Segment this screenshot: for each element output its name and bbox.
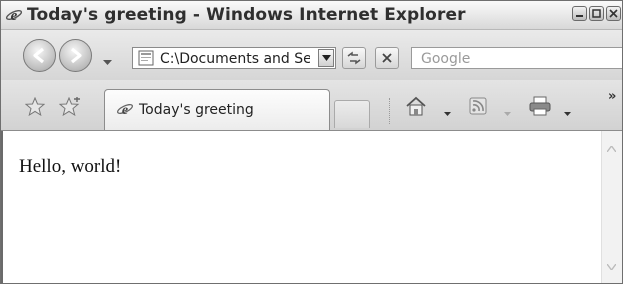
tab-bar: e Today's greeting » bbox=[1, 80, 622, 131]
maximize-button[interactable] bbox=[589, 6, 604, 21]
address-toolbar: C:\Documents and Se Google bbox=[1, 30, 622, 80]
chevron-down-icon bbox=[103, 60, 112, 65]
add-to-favorites-button[interactable] bbox=[58, 96, 81, 121]
address-input[interactable]: C:\Documents and Se bbox=[160, 51, 310, 67]
print-button[interactable] bbox=[528, 96, 552, 121]
home-button[interactable] bbox=[405, 96, 427, 121]
search-box[interactable]: Google bbox=[411, 47, 622, 69]
feeds-button[interactable] bbox=[469, 97, 487, 120]
print-icon bbox=[529, 96, 551, 116]
maximize-icon bbox=[592, 9, 601, 18]
ie-icon: e bbox=[5, 6, 23, 24]
feeds-icon bbox=[469, 97, 487, 115]
refresh-icon bbox=[347, 51, 361, 65]
toolbar-separator bbox=[389, 98, 390, 124]
scroll-down-button[interactable] bbox=[606, 257, 617, 275]
chevron-down-icon bbox=[606, 263, 617, 272]
back-arrow-icon bbox=[33, 47, 45, 64]
svg-text:e: e bbox=[122, 103, 128, 118]
chevron-up-icon bbox=[606, 144, 617, 153]
forward-arrow-icon bbox=[70, 47, 82, 64]
ie-icon: e bbox=[116, 100, 134, 123]
home-dropdown-button[interactable] bbox=[444, 104, 451, 122]
stop-button[interactable] bbox=[375, 47, 399, 69]
add-favorite-icon bbox=[58, 96, 80, 117]
window-title: Today's greeting - Windows Internet Expl… bbox=[27, 5, 466, 25]
close-icon bbox=[609, 9, 618, 18]
chevron-down-icon bbox=[504, 112, 511, 116]
scroll-up-button[interactable] bbox=[606, 139, 617, 157]
refresh-button[interactable] bbox=[342, 47, 366, 69]
back-button[interactable] bbox=[23, 39, 56, 72]
home-icon bbox=[406, 96, 426, 116]
minimize-button[interactable] bbox=[572, 6, 587, 21]
window-controls bbox=[572, 6, 621, 21]
feeds-dropdown-button[interactable] bbox=[504, 104, 511, 122]
title-bar[interactable]: e Today's greeting - Windows Internet Ex… bbox=[1, 1, 622, 30]
chevron-down-icon bbox=[444, 112, 451, 116]
address-dropdown-button[interactable] bbox=[318, 49, 334, 67]
favorites-center-button[interactable] bbox=[24, 96, 46, 121]
minimize-icon bbox=[576, 15, 583, 17]
forward-button[interactable] bbox=[59, 39, 92, 72]
tab-todays-greeting[interactable]: e Today's greeting bbox=[104, 89, 330, 130]
page-text: Hello, world! bbox=[19, 156, 122, 177]
page-content: Hello, world! bbox=[1, 131, 622, 283]
stop-icon bbox=[382, 53, 392, 63]
tab-label: Today's greeting bbox=[139, 102, 254, 118]
svg-text:e: e bbox=[11, 8, 18, 24]
new-tab-button[interactable] bbox=[334, 100, 370, 128]
more-tools-button[interactable]: » bbox=[608, 89, 616, 104]
recent-pages-button[interactable] bbox=[103, 53, 112, 71]
search-input[interactable]: Google bbox=[421, 51, 470, 67]
close-button[interactable] bbox=[606, 6, 621, 21]
chevron-down-icon bbox=[564, 112, 571, 116]
address-field[interactable]: C:\Documents and Se bbox=[132, 47, 336, 69]
vertical-scrollbar[interactable] bbox=[601, 131, 622, 283]
star-icon bbox=[24, 96, 46, 117]
browser-window: e Today's greeting - Windows Internet Ex… bbox=[0, 0, 623, 284]
page-icon bbox=[138, 50, 154, 71]
chevron-down-icon bbox=[321, 54, 331, 61]
print-dropdown-button[interactable] bbox=[564, 104, 571, 122]
